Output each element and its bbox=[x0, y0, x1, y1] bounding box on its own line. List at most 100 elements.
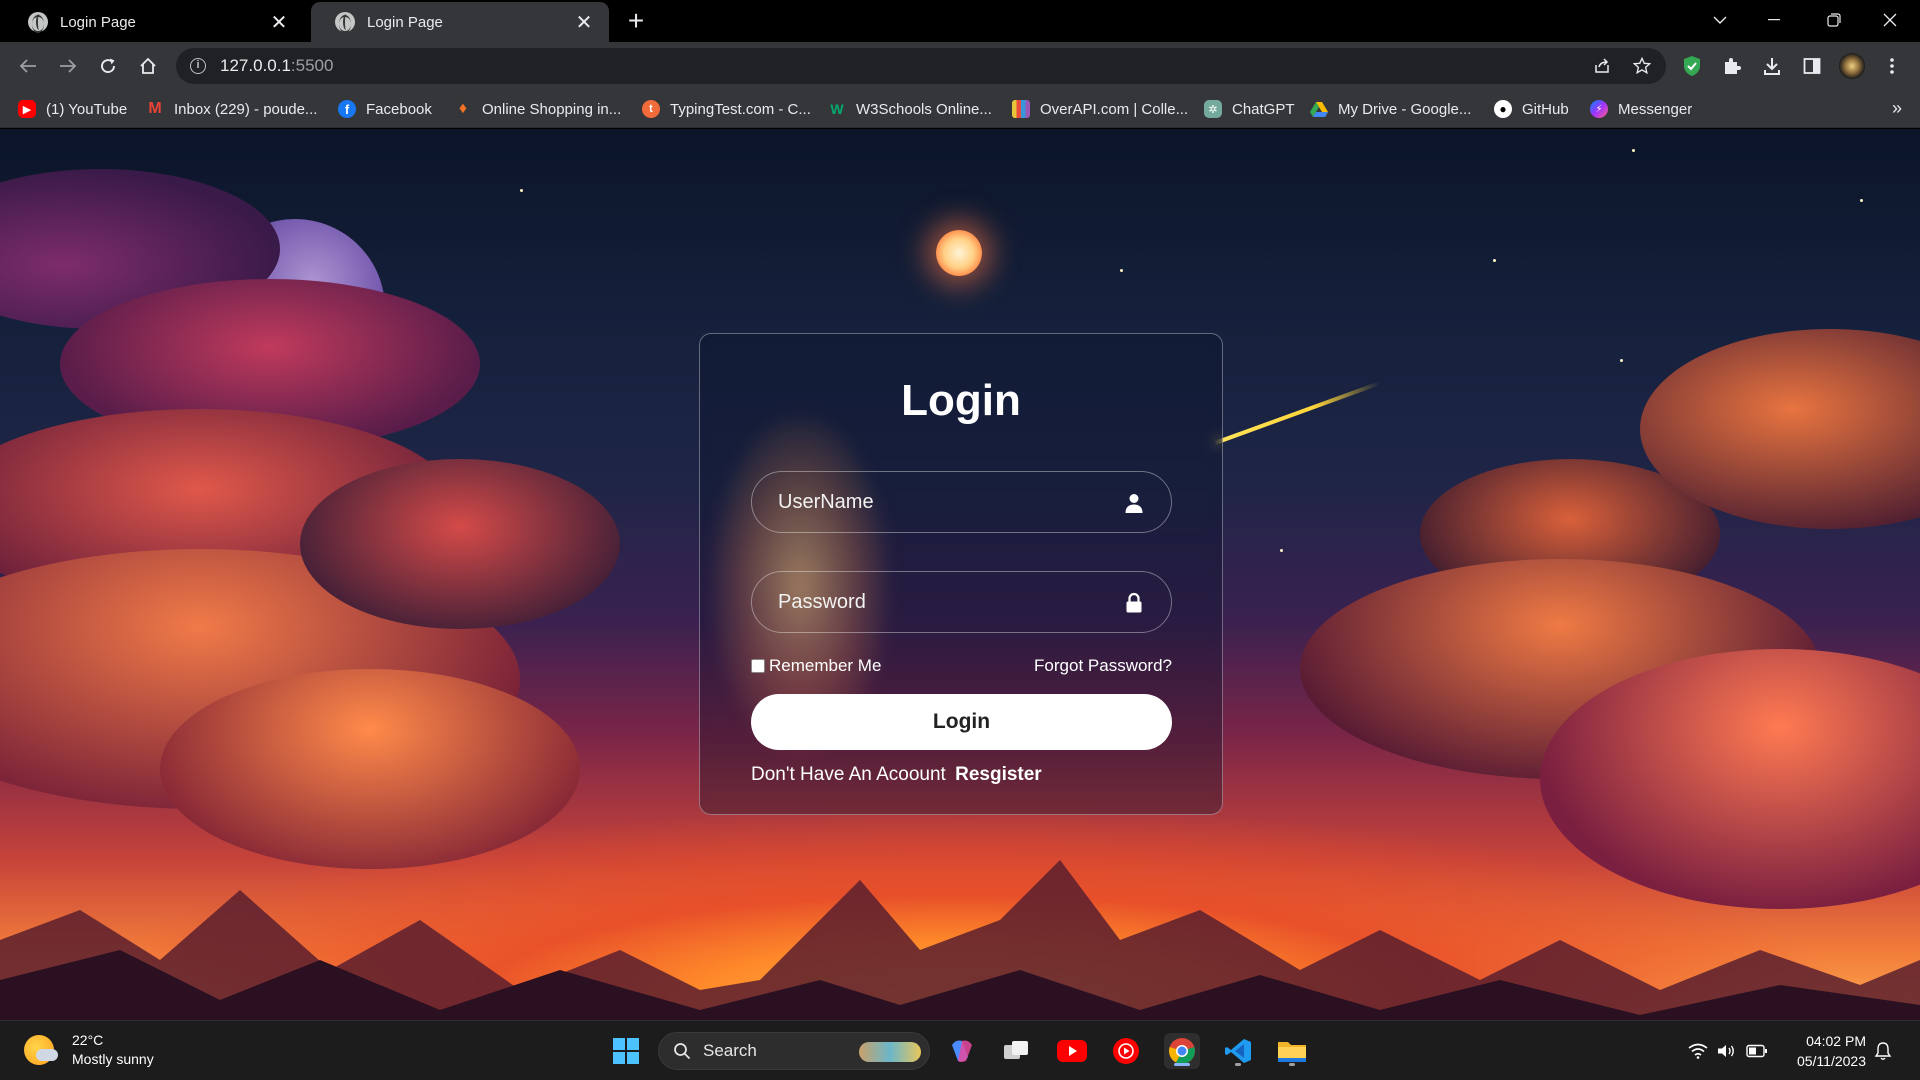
back-button[interactable] bbox=[12, 50, 44, 82]
bookmark-label: OverAPI.com | Colle... bbox=[1040, 100, 1189, 118]
profile-avatar[interactable] bbox=[1836, 50, 1868, 82]
sun-illustration bbox=[936, 230, 982, 276]
register-prompt: Don't Have An Acoount bbox=[751, 764, 946, 785]
user-icon bbox=[1123, 492, 1145, 514]
mountains-illustration bbox=[0, 860, 1920, 1020]
gmail-icon: M bbox=[148, 100, 162, 117]
page-background: Login Remember Me Forgot Password? Login… bbox=[0, 129, 1920, 1020]
login-form-card: Login Remember Me Forgot Password? Login… bbox=[699, 333, 1223, 815]
bookmark-google-drive[interactable]: My Drive - Google... bbox=[1310, 98, 1471, 120]
close-window-button[interactable] bbox=[1870, 0, 1910, 40]
new-tab-button[interactable]: + bbox=[620, 6, 652, 38]
home-button[interactable] bbox=[132, 50, 164, 82]
youtube-music-icon[interactable] bbox=[1108, 1033, 1144, 1069]
bookmark-label: My Drive - Google... bbox=[1338, 100, 1472, 118]
daraz-icon: ♦ bbox=[458, 100, 468, 117]
bookmark-overapi[interactable]: OverAPI.com | Colle... bbox=[1012, 98, 1188, 120]
clock-time: 04:02 PM bbox=[1806, 1033, 1866, 1049]
remember-me-checkbox[interactable] bbox=[751, 659, 765, 673]
chrome-app-icon[interactable] bbox=[1164, 1033, 1200, 1069]
bookmark-youtube[interactable]: ▶ (1) YouTube bbox=[18, 98, 127, 120]
star bbox=[1860, 199, 1863, 202]
bookmark-gmail[interactable]: M Inbox (229) - poude... bbox=[146, 98, 317, 120]
bookmark-facebook[interactable]: f Facebook bbox=[338, 98, 432, 120]
minimize-button[interactable] bbox=[1754, 0, 1794, 40]
star bbox=[1280, 549, 1283, 552]
close-tab-icon[interactable]: ✕ bbox=[268, 10, 290, 35]
search-icon bbox=[674, 1043, 691, 1060]
task-view-icon[interactable] bbox=[998, 1033, 1034, 1069]
shield-extension-icon[interactable] bbox=[1676, 50, 1708, 82]
bookmark-label: W3Schools Online... bbox=[856, 100, 992, 118]
password-input[interactable] bbox=[752, 572, 1171, 632]
file-explorer-icon[interactable] bbox=[1274, 1033, 1310, 1069]
restore-button[interactable] bbox=[1814, 0, 1854, 40]
bookmark-label: (1) YouTube bbox=[46, 100, 128, 118]
close-tab-icon[interactable]: ✕ bbox=[573, 10, 595, 35]
more-bookmarks-icon[interactable]: » bbox=[1892, 98, 1902, 119]
password-field[interactable] bbox=[751, 571, 1172, 633]
star bbox=[520, 189, 523, 192]
bookmark-online-shopping[interactable]: ♦ Online Shopping in... bbox=[454, 98, 621, 120]
lock-icon bbox=[1123, 592, 1145, 614]
side-panel-icon[interactable] bbox=[1796, 50, 1828, 82]
start-button[interactable] bbox=[608, 1033, 644, 1069]
star bbox=[1620, 359, 1623, 362]
bookmark-label: Facebook bbox=[366, 100, 432, 118]
star bbox=[1632, 149, 1635, 152]
open-app-indicator bbox=[1289, 1063, 1295, 1066]
star bbox=[1120, 269, 1123, 272]
system-clock[interactable]: 04:02 PM 05/11/2023 bbox=[1778, 1031, 1866, 1071]
tab-login-page-2[interactable]: Login Page ✕ bbox=[311, 2, 609, 42]
notification-bell-icon[interactable] bbox=[1874, 1039, 1892, 1063]
share-icon[interactable] bbox=[1586, 50, 1618, 82]
youtube-app-icon[interactable] bbox=[1054, 1033, 1090, 1069]
active-app-indicator bbox=[1174, 1063, 1190, 1066]
search-highlight-image bbox=[859, 1042, 921, 1062]
weather-widget[interactable]: 22°C Mostly sunny bbox=[24, 1031, 154, 1069]
downloads-icon[interactable] bbox=[1756, 50, 1788, 82]
overapi-icon bbox=[1012, 100, 1030, 118]
w3schools-icon: W bbox=[830, 101, 844, 117]
url-text: 127.0.0.1:5500 bbox=[220, 56, 334, 75]
open-app-indicator bbox=[1235, 1063, 1241, 1066]
forward-button[interactable] bbox=[52, 50, 84, 82]
tab-title: Login Page bbox=[367, 13, 443, 31]
site-info-icon[interactable]: i bbox=[190, 58, 206, 74]
username-input[interactable] bbox=[752, 472, 1171, 532]
login-button[interactable]: Login bbox=[751, 694, 1172, 750]
taskbar-search[interactable]: Search bbox=[658, 1032, 930, 1070]
address-bar[interactable]: i 127.0.0.1:5500 bbox=[176, 48, 1666, 84]
tab-search-chevron-icon[interactable] bbox=[1700, 0, 1740, 40]
globe-icon bbox=[28, 12, 48, 33]
bookmark-label: TypingTest.com - C... bbox=[670, 100, 811, 118]
bookmark-w3schools[interactable]: W W3Schools Online... bbox=[828, 98, 992, 120]
register-link[interactable]: Resgister bbox=[955, 764, 1042, 785]
facebook-icon: f bbox=[338, 100, 356, 118]
menu-kebab-icon[interactable] bbox=[1876, 50, 1908, 82]
remember-me-label: Remember Me bbox=[769, 656, 882, 675]
tab-login-page-1[interactable]: Login Page ✕ bbox=[4, 2, 304, 42]
bookmark-typingtest[interactable]: t TypingTest.com - C... bbox=[642, 98, 811, 120]
star bbox=[1493, 259, 1496, 262]
reload-button[interactable] bbox=[92, 50, 124, 82]
bookmark-github[interactable]: ● GitHub bbox=[1494, 98, 1569, 120]
bookmark-star-icon[interactable] bbox=[1626, 50, 1658, 82]
bookmark-messenger[interactable]: ⚡ Messenger bbox=[1590, 98, 1692, 120]
extensions-puzzle-icon[interactable] bbox=[1716, 50, 1748, 82]
bookmark-label: Inbox (229) - poude... bbox=[174, 100, 318, 118]
clock-date: 05/11/2023 bbox=[1796, 1053, 1866, 1069]
volume-icon[interactable] bbox=[1716, 1039, 1736, 1063]
forgot-password-link[interactable]: Forgot Password? bbox=[1034, 656, 1172, 676]
battery-icon[interactable] bbox=[1746, 1039, 1768, 1063]
username-field[interactable] bbox=[751, 471, 1172, 533]
bookmark-chatgpt[interactable]: ✲ ChatGPT bbox=[1204, 98, 1295, 120]
register-row: Don't Have An Acoount Resgister bbox=[751, 764, 1042, 786]
vscode-app-icon[interactable] bbox=[1220, 1033, 1256, 1069]
weather-description: Mostly sunny bbox=[72, 1051, 154, 1067]
chatgpt-icon: ✲ bbox=[1204, 100, 1222, 118]
copilot-icon[interactable] bbox=[944, 1033, 980, 1069]
github-icon: ● bbox=[1494, 100, 1512, 118]
remember-me[interactable]: Remember Me bbox=[751, 656, 881, 676]
wifi-icon[interactable] bbox=[1688, 1039, 1708, 1063]
